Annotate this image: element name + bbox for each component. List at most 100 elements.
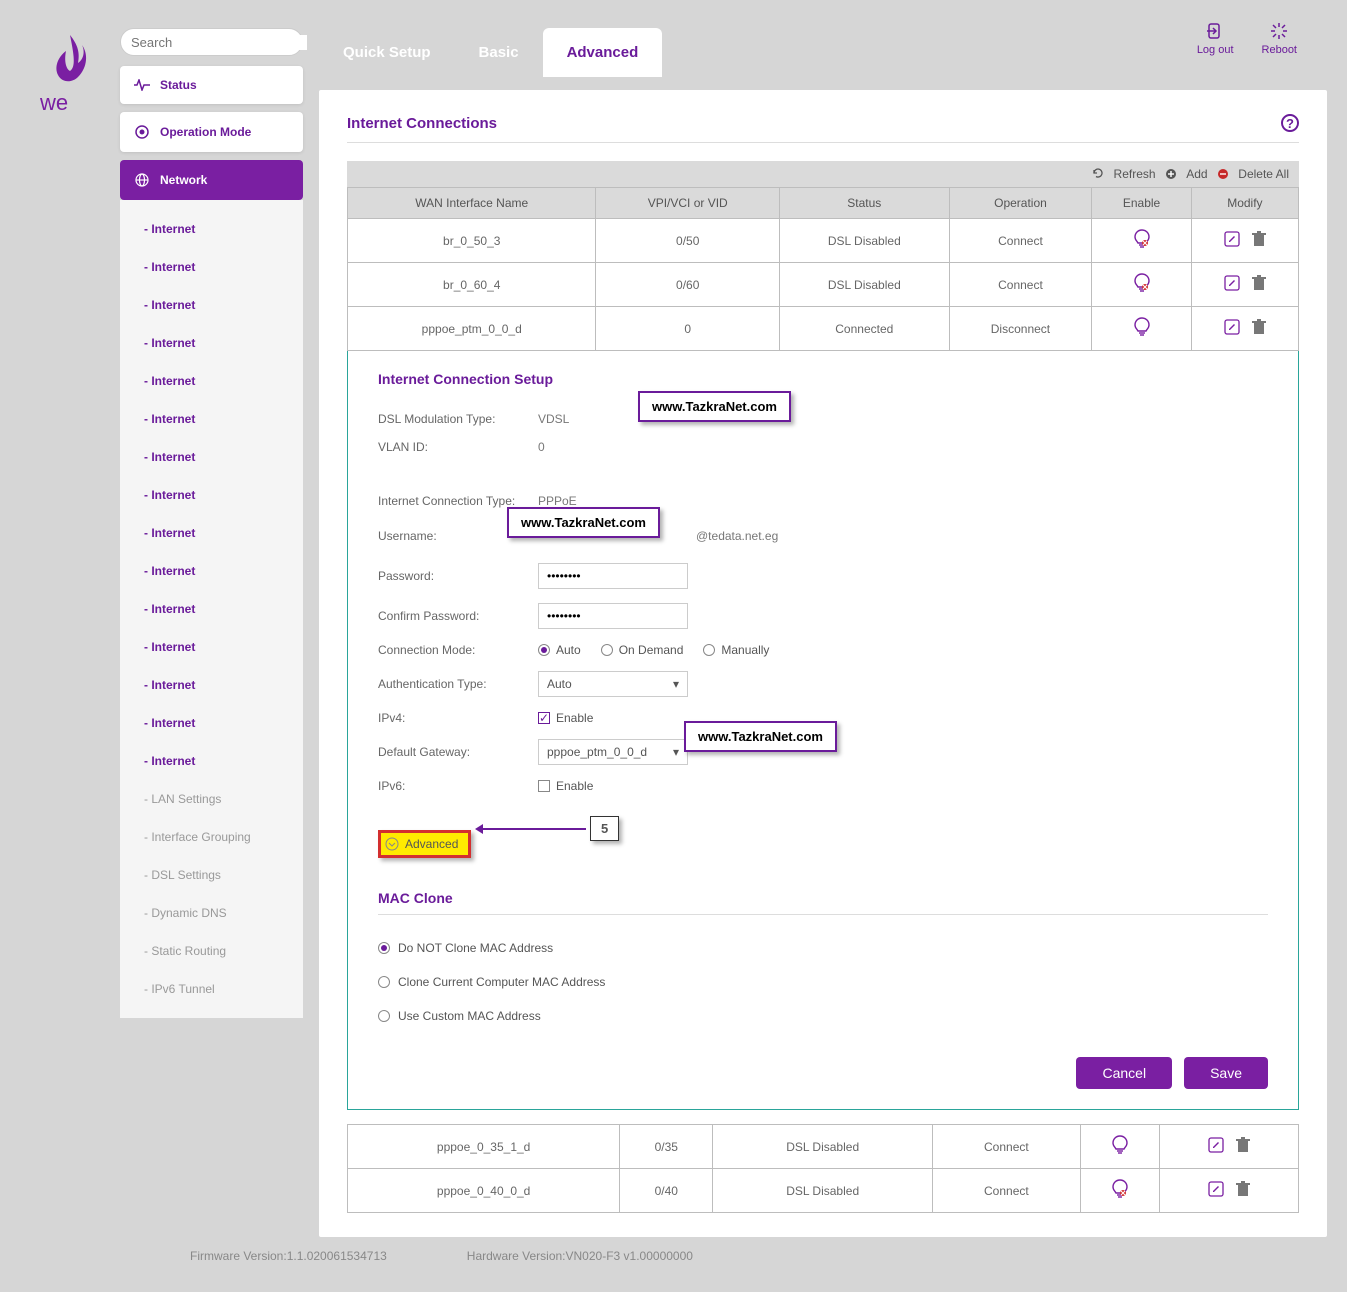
subnav-lan[interactable]: - LAN Settings (144, 780, 303, 818)
table-row: br_0_60_4 0/60 DSL Disabled Connect (348, 263, 1299, 307)
cell-vpi: 0/35 (620, 1125, 713, 1169)
cell-status: DSL Disabled (780, 263, 950, 307)
logout-button[interactable]: Log out (1197, 22, 1234, 56)
trash-icon[interactable] (1236, 1181, 1250, 1197)
cell-enable[interactable] (1092, 307, 1191, 351)
cell-status: DSL Disabled (780, 219, 950, 263)
cell-modify (1159, 1169, 1298, 1213)
radio-ondemand[interactable]: On Demand (601, 643, 684, 657)
subnav-internet-14[interactable]: - Internet (144, 704, 303, 742)
cell-vpi: 0/50 (596, 219, 780, 263)
th-modify: Modify (1191, 188, 1298, 219)
nav-network[interactable]: Network (120, 160, 303, 200)
nav-operation-mode[interactable]: Operation Mode (120, 112, 303, 152)
conn-type-label: Internet Connection Type: (378, 494, 538, 508)
radio-manual[interactable]: Manually (703, 643, 769, 657)
we-logo-icon: we (40, 88, 100, 116)
confirm-password-input[interactable] (538, 603, 688, 629)
subnav-internet-5[interactable]: - Internet (144, 362, 303, 400)
help-button[interactable]: ? (1281, 114, 1299, 132)
edit-icon[interactable] (1224, 275, 1240, 291)
nav-opmode-label: Operation Mode (160, 125, 251, 139)
ipv4-checkbox[interactable]: ✓ (538, 712, 550, 724)
tab-advanced[interactable]: Advanced (543, 28, 663, 77)
mac-opt-1[interactable]: Do NOT Clone MAC Address (378, 931, 1268, 965)
firmware-version: Firmware Version:1.1.020061534713 (190, 1249, 387, 1263)
trash-icon[interactable] (1252, 319, 1266, 335)
subnav-ifg[interactable]: - Interface Grouping (144, 818, 303, 856)
radio-icon (134, 124, 150, 140)
delete-all-button[interactable]: Delete All (1217, 167, 1289, 181)
mac-opt-3[interactable]: Use Custom MAC Address (378, 999, 1268, 1033)
nav-status-label: Status (160, 78, 197, 92)
annotation-5: 5 (590, 816, 619, 841)
cell-enable[interactable] (1080, 1125, 1159, 1169)
subnav-internet-12[interactable]: - Internet (144, 628, 303, 666)
subnav-internet-8[interactable]: - Internet (144, 476, 303, 514)
subnav-internet-7[interactable]: - Internet (144, 438, 303, 476)
subnav-internet-11[interactable]: - Internet (144, 590, 303, 628)
refresh-button[interactable]: Refresh (1092, 167, 1159, 181)
minus-icon (1217, 168, 1229, 180)
dsl-mod-label: DSL Modulation Type: (378, 412, 538, 426)
cell-vpi: 0/60 (596, 263, 780, 307)
edit-icon[interactable] (1224, 319, 1240, 335)
ipv6-checkbox[interactable] (538, 780, 550, 792)
add-button[interactable]: Add (1165, 167, 1211, 181)
subnav-ipv6t[interactable]: - IPv6 Tunnel (144, 970, 303, 1008)
mac-opt-2[interactable]: Clone Current Computer MAC Address (378, 965, 1268, 999)
search-box[interactable] (120, 28, 303, 56)
th-wan: WAN Interface Name (348, 188, 596, 219)
search-input[interactable] (131, 35, 307, 50)
subnav-internet-3[interactable]: - Internet (144, 286, 303, 324)
trash-icon[interactable] (1252, 275, 1266, 291)
cell-op: Connect (949, 263, 1092, 307)
cell-op[interactable]: Disconnect (949, 307, 1092, 351)
bulb-icon (1133, 273, 1151, 293)
radio-auto[interactable]: Auto (538, 643, 581, 657)
cell-name: br_0_50_3 (348, 219, 596, 263)
subnav-dsl[interactable]: - DSL Settings (144, 856, 303, 894)
subnav: - Internet - Internet - Internet - Inter… (120, 200, 303, 1018)
subnav-internet-9[interactable]: - Internet (144, 514, 303, 552)
trash-icon[interactable] (1236, 1137, 1250, 1153)
tab-quick-setup[interactable]: Quick Setup (319, 28, 455, 77)
hardware-version: Hardware Version:VN020-F3 v1.00000000 (467, 1249, 693, 1263)
th-op: Operation (949, 188, 1092, 219)
reboot-button[interactable]: Reboot (1262, 22, 1297, 56)
edit-icon[interactable] (1208, 1181, 1224, 1197)
watermark-1: www.TazkraNet.com (638, 391, 791, 422)
page-title: Internet Connections (347, 115, 497, 132)
cell-vpi: 0 (596, 307, 780, 351)
subnav-internet-2[interactable]: - Internet (144, 248, 303, 286)
watermark-2: www.TazkraNet.com (507, 507, 660, 538)
subnav-ddns[interactable]: - Dynamic DNS (144, 894, 303, 932)
cell-enable[interactable] (1092, 263, 1191, 307)
subnav-internet-1[interactable]: - Internet (144, 210, 303, 248)
edit-icon[interactable] (1224, 231, 1240, 247)
tab-basic[interactable]: Basic (455, 28, 543, 77)
subnav-internet-15[interactable]: - Internet (144, 742, 303, 780)
subnav-static[interactable]: - Static Routing (144, 932, 303, 970)
ipv6-enable-label: Enable (556, 779, 593, 793)
password-input[interactable] (538, 563, 688, 589)
cell-status: DSL Disabled (713, 1169, 933, 1213)
vlan-label: VLAN ID: (378, 440, 538, 454)
advanced-toggle[interactable]: Advanced (378, 830, 471, 858)
cell-enable[interactable] (1080, 1169, 1159, 1213)
cell-modify (1191, 219, 1298, 263)
cell-modify (1191, 263, 1298, 307)
subnav-internet-6[interactable]: - Internet (144, 400, 303, 438)
nav-status[interactable]: Status (120, 66, 303, 104)
flame-icon (50, 33, 90, 88)
subnav-internet-13[interactable]: - Internet (144, 666, 303, 704)
cancel-button[interactable]: Cancel (1076, 1057, 1172, 1089)
save-button[interactable]: Save (1184, 1057, 1268, 1089)
trash-icon[interactable] (1252, 231, 1266, 247)
subnav-internet-10[interactable]: - Internet (144, 552, 303, 590)
subnav-internet-4[interactable]: - Internet (144, 324, 303, 362)
gateway-select[interactable]: pppoe_ptm_0_0_d▾ (538, 739, 688, 765)
edit-icon[interactable] (1208, 1137, 1224, 1153)
auth-type-select[interactable]: Auto▾ (538, 671, 688, 697)
cell-enable[interactable] (1092, 219, 1191, 263)
